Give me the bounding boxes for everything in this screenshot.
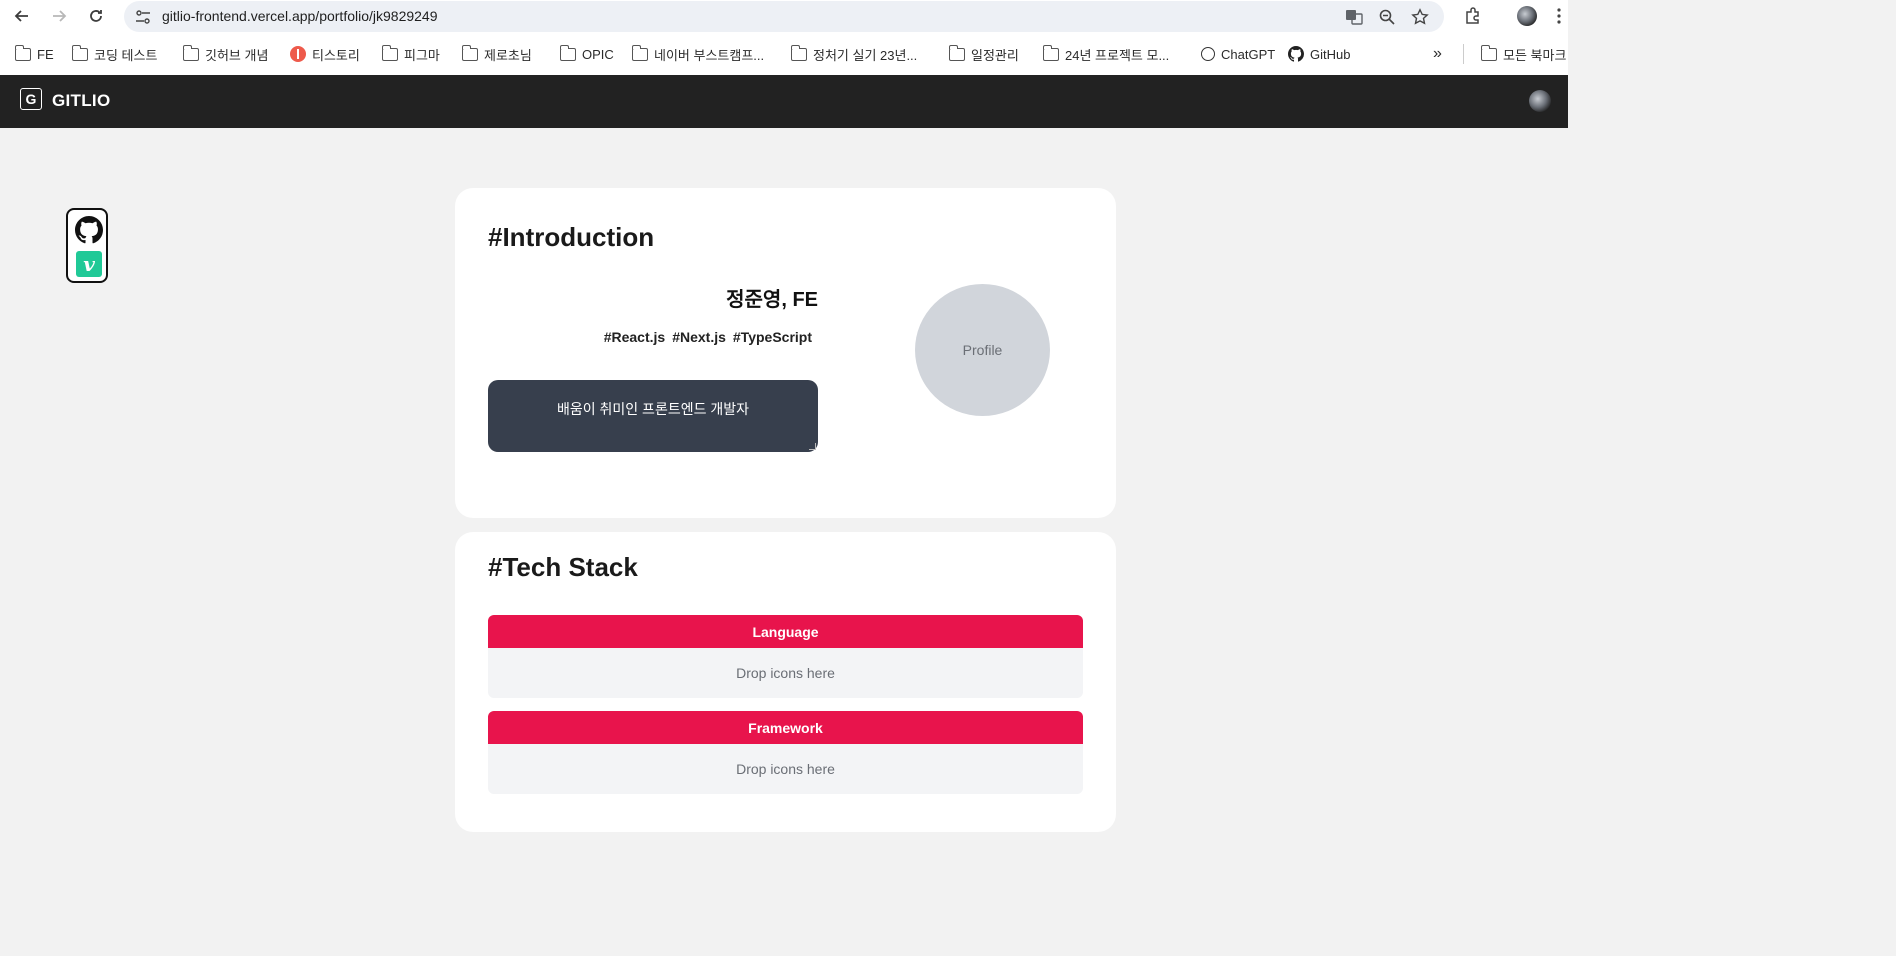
github-icon [1288,46,1304,62]
bookmarks-bar: FE 코딩 테스트 깃허브 개념 티스토리 피그마 제로초님 OPIC 네이버 … [0,33,1568,76]
bookmark-item[interactable]: 정처기 실기 23년... [790,44,917,63]
tech-stack-card: #Tech Stack Language Drop icons here Fra… [455,532,1116,832]
skill-tag: #TypeScript [732,329,812,345]
folder-icon [14,44,31,61]
menu-kebab-icon[interactable] [1552,4,1566,28]
chatgpt-icon [1201,47,1215,61]
folder-icon [948,44,965,61]
app-header: G GITLIO [0,75,1568,128]
stack-section-language: Language Drop icons here [488,615,1083,698]
social-links: v [66,208,108,283]
profile-image-placeholder[interactable]: Profile [915,284,1050,416]
icon-drop-zone[interactable]: Drop icons here [488,744,1083,794]
logo-text[interactable]: GITLIO [52,91,110,111]
translate-icon[interactable] [1343,6,1365,28]
icon-drop-zone[interactable]: Drop icons here [488,648,1083,698]
browser-toolbar: gitlio-frontend.vercel.app/portfolio/jk9… [0,0,1568,33]
folder-icon [790,44,807,61]
velog-icon[interactable]: v [76,251,102,277]
skill-tag: #React.js [603,329,666,345]
resize-handle-icon[interactable] [809,443,816,450]
bookmark-item[interactable]: OPIC [559,44,614,63]
bookmark-item[interactable]: 제로초님 [461,44,532,63]
profile-avatar-icon[interactable] [1515,4,1539,28]
all-bookmarks-item[interactable]: 모든 북마크 [1480,44,1566,63]
folder-icon [71,44,88,61]
bookmarks-overflow-button[interactable]: » [1433,45,1442,63]
folder-icon [1042,44,1059,61]
bookmark-item[interactable]: 깃허브 개념 [182,44,268,63]
stack-section-framework: Framework Drop icons here [488,711,1083,794]
github-icon[interactable] [75,216,103,244]
introduction-title: #Introduction [488,222,655,252]
address-bar[interactable]: gitlio-frontend.vercel.app/portfolio/jk9… [124,1,1444,32]
extensions-icon[interactable] [1461,4,1485,28]
tech-stack-title: #Tech Stack [488,552,638,582]
bookmark-star-icon[interactable] [1409,6,1431,28]
bookmark-item[interactable]: 티스토리 [290,45,360,63]
user-avatar[interactable] [1529,90,1551,112]
bookmark-item[interactable]: 네이버 부스트캠프... [631,44,764,63]
folder-icon [631,44,648,61]
skill-tags: #React.js #Next.js #TypeScript [604,329,812,345]
bookmark-item[interactable]: 피그마 [381,44,440,63]
stack-section-header: Language [488,615,1083,648]
introduction-card: #Introduction 정준영, FE #React.js #Next.js… [455,188,1116,518]
bookmark-item[interactable]: ChatGPT [1201,45,1275,63]
zoom-icon[interactable] [1376,6,1398,28]
tistory-icon [290,46,306,62]
back-icon[interactable] [10,4,34,28]
folder-icon [381,44,398,61]
folder-icon [182,44,199,61]
logo-icon[interactable]: G [20,88,42,110]
folder-icon [461,44,478,61]
forward-icon[interactable] [47,4,71,28]
folder-icon [559,44,576,61]
bookmark-item[interactable]: GitHub [1288,45,1350,63]
divider [1463,44,1464,64]
stack-section-header: Framework [488,711,1083,744]
url-text[interactable]: gitlio-frontend.vercel.app/portfolio/jk9… [162,8,438,24]
bookmark-item[interactable]: 코딩 테스트 [71,44,157,63]
reload-icon[interactable] [84,4,108,28]
bio-textarea[interactable]: 배움이 취미인 프론트엔드 개발자 [488,380,818,452]
bookmark-item[interactable]: FE [14,44,54,63]
folder-icon [1480,44,1497,61]
site-info-icon[interactable] [134,8,152,26]
bookmark-item[interactable]: 24년 프로젝트 모... [1042,44,1169,63]
bookmark-item[interactable]: 일정관리 [948,44,1019,63]
user-name: 정준영, FE [726,289,818,311]
skill-tag: #Next.js [672,329,726,345]
